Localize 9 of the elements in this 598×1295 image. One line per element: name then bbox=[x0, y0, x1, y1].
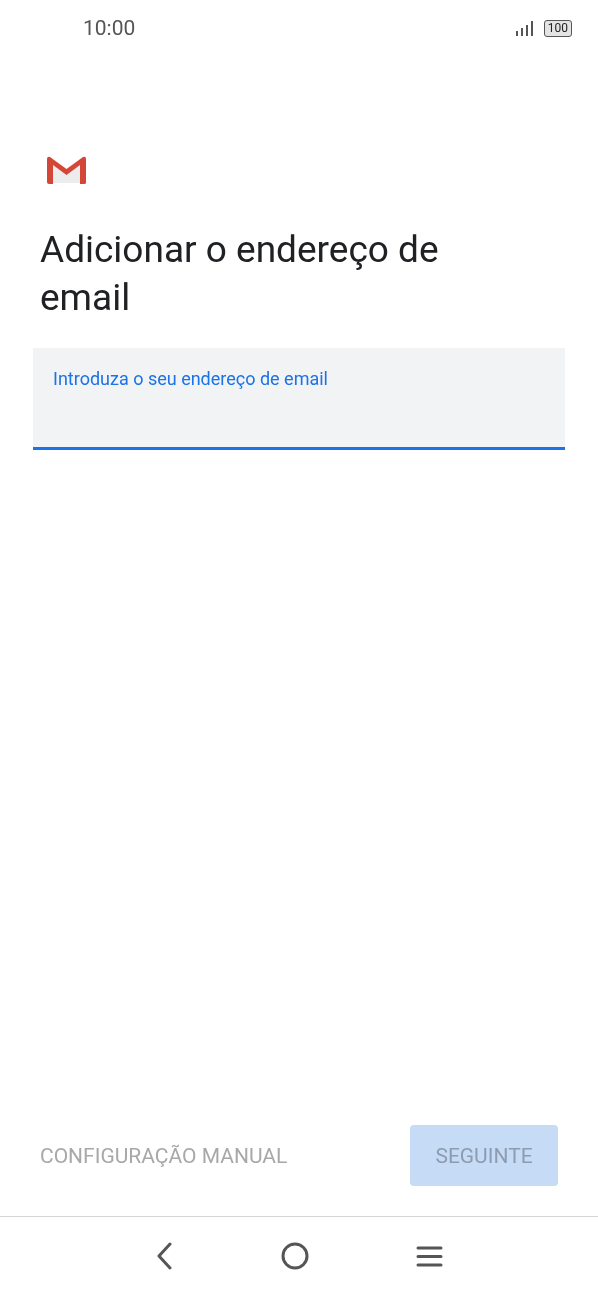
mail-logo-icon bbox=[47, 156, 86, 184]
menu-icon[interactable] bbox=[415, 1245, 443, 1267]
status-time: 10:00 bbox=[83, 16, 137, 40]
battery-icon: 100 bbox=[543, 19, 572, 37]
back-icon[interactable] bbox=[155, 1242, 174, 1270]
home-icon[interactable] bbox=[280, 1242, 309, 1270]
signal-icon bbox=[514, 20, 535, 36]
page-title: Adicionar o endereço de email bbox=[40, 227, 440, 321]
email-input-field[interactable]: Introduza o seu endereço de email bbox=[53, 368, 545, 389]
